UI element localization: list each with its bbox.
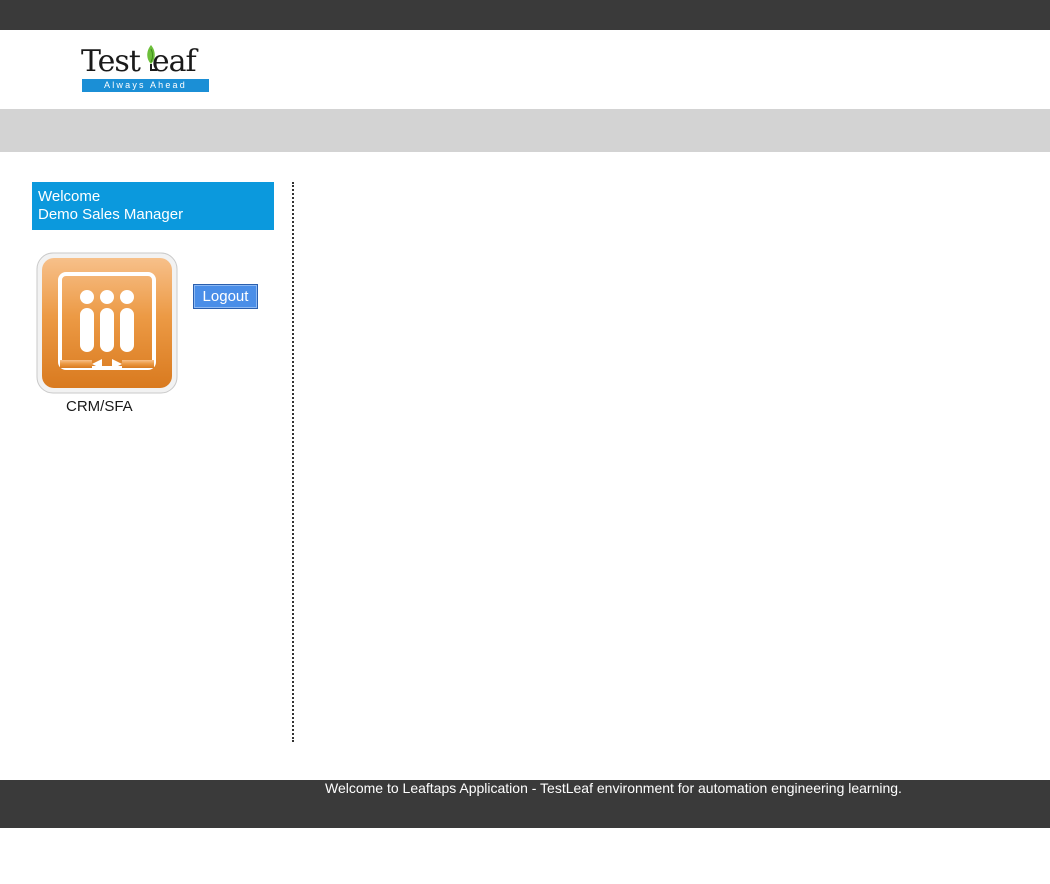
app-label-crm-sfa[interactable]: CRM/SFA (66, 398, 133, 416)
nav-bar (0, 109, 1050, 152)
logo-tagline: Always Ahead (82, 79, 209, 92)
footer: Welcome to Leaftaps Application - TestLe… (0, 780, 1050, 828)
welcome-panel: Welcome Demo Sales Manager (32, 182, 274, 230)
sidebar-divider (292, 182, 294, 742)
crm-sfa-icon[interactable] (36, 252, 178, 394)
logo-text: Test eaf (81, 44, 197, 79)
welcome-user-name: Demo Sales Manager (38, 206, 184, 223)
header: Test eaf Always Ahead (0, 30, 1050, 109)
footer-text: Welcome to Leaftaps Application - TestLe… (325, 780, 902, 796)
top-bar (0, 0, 1050, 30)
welcome-greeting: Welcome (38, 188, 101, 205)
leaf-icon (147, 45, 157, 71)
logout-button[interactable]: Logout (193, 284, 258, 309)
testleaf-logo: Test eaf Always Ahead (81, 45, 211, 93)
